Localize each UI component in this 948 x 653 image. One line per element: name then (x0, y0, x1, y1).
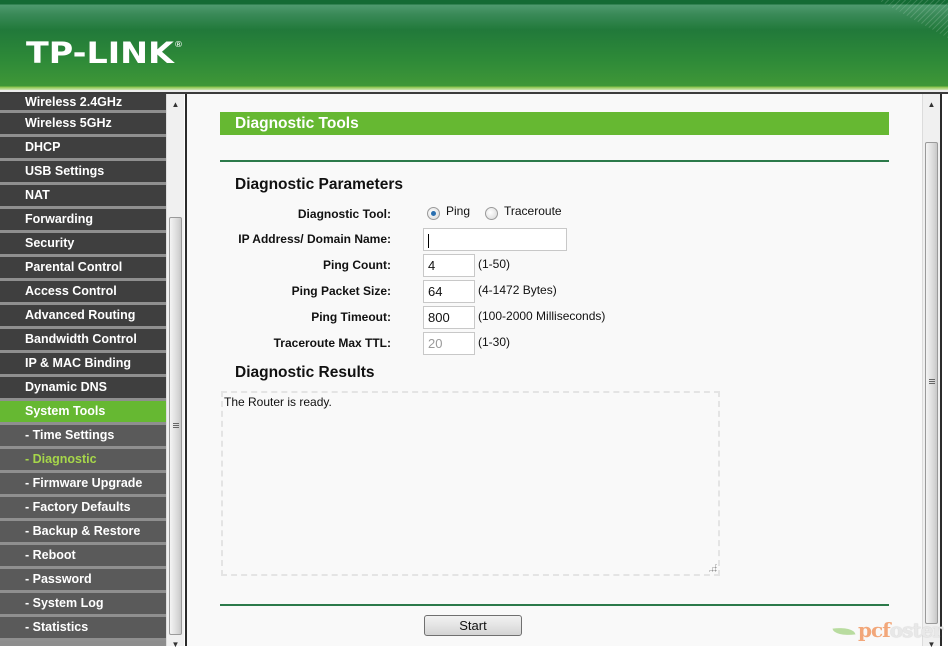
sidebar-item-access-control[interactable]: Access Control (0, 281, 166, 305)
sidebar-item-password[interactable]: - Password (0, 569, 166, 593)
max-ttl-hint: (1-30) (478, 335, 511, 349)
row-ping-count: Ping Count: 4 (1-50) (187, 254, 922, 277)
registered-mark: ® (173, 40, 184, 49)
ping-count-hint: (1-50) (478, 257, 511, 271)
ip-address-input[interactable] (423, 228, 567, 251)
watermark: pcfoster (832, 618, 943, 642)
radio-ping-label[interactable]: Ping (446, 204, 470, 218)
sidebar-item-firmware-upgrade[interactable]: - Firmware Upgrade (0, 473, 166, 497)
max-ttl-input[interactable]: 20 (423, 332, 475, 355)
scroll-down-arrow-icon[interactable]: ▼ (167, 636, 184, 653)
max-ttl-label: Traceroute Max TTL: (273, 336, 391, 350)
sidebar-item-diagnostic[interactable]: - Diagnostic (0, 449, 166, 473)
watermark-text-a: pcf (858, 618, 891, 642)
sidebar-item-ip-mac-binding[interactable]: IP & MAC Binding (0, 353, 166, 377)
sidebar-menu: Wireless 2.4GHz Wireless 5GHz DHCP USB Sett… (0, 94, 166, 646)
sidebar-scroll-thumb[interactable] (169, 217, 182, 635)
sidebar-item-usb-settings[interactable]: USB Settings (0, 161, 166, 185)
params-heading: Diagnostic Parameters (235, 176, 403, 193)
ping-count-label: Ping Count: (323, 258, 391, 272)
sidebar-item-statistics[interactable]: - Statistics (0, 617, 166, 641)
sidebar-item-forwarding[interactable]: Forwarding (0, 209, 166, 233)
sidebar-scrollbar[interactable]: ▲ ▼ (166, 94, 184, 649)
watermark-text-b: oster (889, 618, 943, 642)
row-ping-timeout: Ping Timeout: 800 (100-2000 Milliseconds… (187, 306, 922, 329)
sidebar-item-nat[interactable]: NAT (0, 185, 166, 209)
text-caret (428, 233, 429, 248)
logo-text: TP-LINK (26, 36, 174, 70)
sidebar-item-advanced-routing[interactable]: Advanced Routing (0, 305, 166, 329)
scroll-up-arrow-icon[interactable]: ▲ (923, 96, 940, 113)
scroll-up-arrow-icon[interactable]: ▲ (167, 96, 184, 113)
sidebar-item-parental-control[interactable]: Parental Control (0, 257, 166, 281)
row-diagnostic-tool: Diagnostic Tool: Ping Traceroute (187, 203, 922, 225)
sidebar-item-wireless-5ghz[interactable]: Wireless 5GHz (0, 113, 166, 137)
sidebar-item-bandwidth-control[interactable]: Bandwidth Control (0, 329, 166, 353)
radio-traceroute-label[interactable]: Traceroute (504, 204, 562, 218)
tp-link-logo: TP-LINK® (26, 36, 183, 70)
packet-size-input[interactable]: 64 (423, 280, 475, 303)
header-banner: TP-LINK® (0, 0, 948, 90)
radio-traceroute[interactable] (485, 207, 498, 220)
sidebar-item-factory-defaults[interactable]: - Factory Defaults (0, 497, 166, 521)
ping-timeout-hint: (100-2000 Milliseconds) (478, 309, 606, 323)
results-heading: Diagnostic Results (235, 364, 375, 381)
packet-size-label: Ping Packet Size: (291, 284, 391, 298)
sidebar-item-dhcp[interactable]: DHCP (0, 137, 166, 161)
ping-count-input[interactable]: 4 (423, 254, 475, 277)
main-content: Diagnostic Tools Diagnostic Parameters D… (187, 94, 922, 646)
main-scroll-thumb[interactable] (925, 142, 938, 624)
sidebar-item-wireless-2-4ghz[interactable]: Wireless 2.4GHz (0, 94, 166, 113)
grip-icon (173, 423, 179, 429)
row-ip-address: IP Address/ Domain Name: (187, 228, 922, 251)
header-decoration (878, 0, 948, 38)
packet-size-hint: (4-1472 Bytes) (478, 283, 557, 297)
results-textarea[interactable]: The Router is ready. (221, 391, 720, 576)
row-packet-size: Ping Packet Size: 64 (4-1472 Bytes) (187, 280, 922, 303)
leaf-icon (832, 625, 856, 638)
sidebar-item-time-settings[interactable]: - Time Settings (0, 425, 166, 449)
frame-border-right (940, 94, 942, 646)
ping-timeout-label: Ping Timeout: (311, 310, 391, 324)
sidebar-item-system-log[interactable]: - System Log (0, 593, 166, 617)
sidebar-item-reboot[interactable]: - Reboot (0, 545, 166, 569)
sidebar-item-dynamic-dns[interactable]: Dynamic DNS (0, 377, 166, 401)
row-max-ttl: Traceroute Max TTL: 20 (1-30) (187, 332, 922, 355)
divider-top (220, 160, 889, 162)
page-title: Diagnostic Tools (220, 112, 889, 135)
ip-address-label: IP Address/ Domain Name: (238, 232, 391, 246)
sidebar-item-system-tools[interactable]: System Tools (0, 401, 166, 425)
ping-timeout-input[interactable]: 800 (423, 306, 475, 329)
divider-bottom (220, 604, 889, 606)
sidebar-item-backup-restore[interactable]: - Backup & Restore (0, 521, 166, 545)
sidebar-item-security[interactable]: Security (0, 233, 166, 257)
radio-ping[interactable] (427, 207, 440, 220)
diagnostic-tool-label: Diagnostic Tool: (297, 207, 391, 221)
start-button[interactable]: Start (424, 615, 522, 636)
main-scrollbar[interactable]: ▲ ▼ (922, 94, 940, 649)
grip-icon (929, 379, 935, 385)
